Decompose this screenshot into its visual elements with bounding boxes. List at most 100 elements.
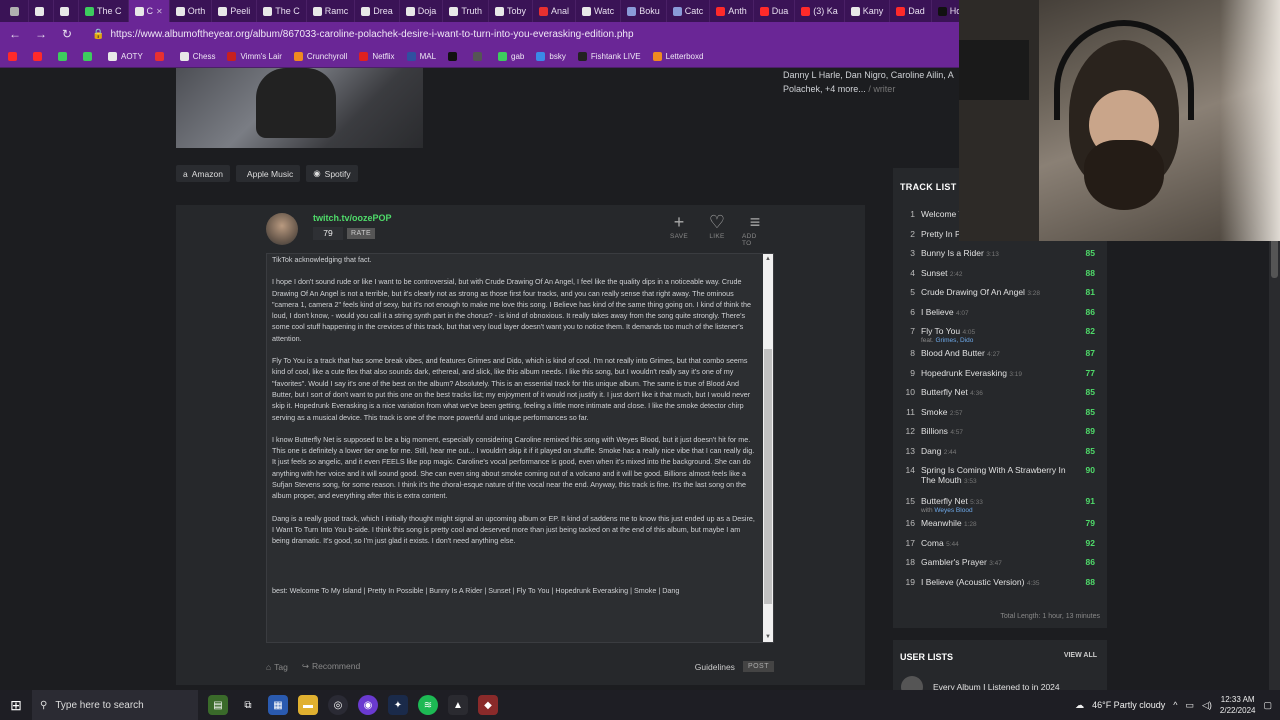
track-row[interactable]: 18 Gambler's Prayer 3:47 86	[893, 557, 1107, 577]
browser-tab[interactable]: Drea	[355, 0, 400, 22]
browser-tab[interactable]: The C	[257, 0, 307, 22]
track-title[interactable]: I Believe (Acoustic Version)	[921, 577, 1024, 587]
track-row[interactable]: 4 Sunset 2:42 88	[893, 268, 1107, 288]
bookmark-item[interactable]: Chess	[179, 52, 215, 61]
track-row[interactable]: 19 I Believe (Acoustic Version) 4:35 88	[893, 577, 1107, 597]
weather-text[interactable]: 46°F Partly cloudy	[1092, 700, 1165, 710]
track-title[interactable]: Butterfly Net	[921, 496, 968, 506]
app-icon[interactable]: ▲	[448, 695, 468, 715]
track-title[interactable]: I Believe	[921, 307, 954, 317]
save-button[interactable]: + SAVE	[666, 211, 692, 247]
track-row[interactable]: 12 Billions 4:57 89	[893, 426, 1107, 446]
browser-tab[interactable]	[29, 0, 54, 22]
bookmark-item[interactable]	[58, 52, 71, 61]
volume-icon[interactable]: ◁)	[1202, 700, 1212, 711]
browser-tab[interactable]: The C	[79, 0, 129, 22]
scroll-down-icon[interactable]: ▼	[763, 632, 773, 642]
reviewer-name[interactable]: twitch.tv/oozePOP	[313, 213, 392, 223]
chrome-icon[interactable]: ◎	[328, 695, 348, 715]
browser-tab[interactable]: C ✕	[128, 0, 170, 22]
spotify-link[interactable]: ◉ Spotify	[306, 165, 358, 182]
browser-tab[interactable]	[54, 0, 79, 22]
browser-tab[interactable]: Boku	[621, 0, 667, 22]
recommend-button[interactable]: ↪ Recommend	[302, 661, 360, 672]
reload-icon[interactable]: ↻	[60, 27, 74, 41]
bookmark-item[interactable]	[83, 52, 96, 61]
track-title[interactable]: Crude Drawing Of An Angel	[921, 287, 1025, 297]
track-row[interactable]: 15 Butterfly Net 5:33 with Weyes Blood 91	[893, 496, 1107, 518]
track-title[interactable]: Spring Is Coming With A Strawberry In Th…	[921, 465, 1066, 485]
track-row[interactable]: 13 Dang 2:44 85	[893, 446, 1107, 466]
textarea-scrollbar[interactable]: ▲ ▼	[763, 254, 773, 642]
app-red-icon[interactable]: ◆	[478, 695, 498, 715]
like-button[interactable]: ♡ LIKE	[704, 211, 730, 247]
browser-tab[interactable]: Doja	[400, 0, 444, 22]
bookmark-item[interactable]: Crunchyroll	[293, 52, 347, 61]
browser-tab[interactable]: Dua	[754, 0, 796, 22]
bookmark-item[interactable]: Letterboxd	[652, 52, 703, 61]
browser-tab[interactable]: (3) Ka	[795, 0, 845, 22]
bookmark-item[interactable]: MAL	[406, 52, 436, 61]
browser-tab[interactable]: Watc	[576, 0, 622, 22]
track-feature-link[interactable]: Weyes Blood	[934, 507, 972, 514]
bookmark-item[interactable]: Netflix	[359, 52, 395, 61]
track-title[interactable]: Fly To You	[921, 326, 960, 336]
bookmark-item[interactable]: Fishtank LIVE	[577, 52, 641, 61]
tag-button[interactable]: ⌂ Tag	[266, 662, 288, 672]
browser-tab[interactable]	[4, 0, 29, 22]
browser-tab[interactable]: Peeli	[212, 0, 258, 22]
track-title[interactable]: Gambler's Prayer	[921, 557, 987, 567]
network-icon[interactable]: ▭	[1185, 700, 1194, 711]
browser-tab[interactable]: Anal	[533, 0, 577, 22]
track-title[interactable]: Smoke	[921, 407, 947, 417]
bookmark-item[interactable]	[33, 52, 46, 61]
add-to-button[interactable]: ≡ ADD TO	[742, 211, 768, 247]
bookmark-item[interactable]: AOTY	[108, 52, 143, 61]
track-title[interactable]: Coma	[921, 538, 944, 548]
folder-icon[interactable]: ▬	[298, 695, 318, 715]
track-row[interactable]: 5 Crude Drawing Of An Angel 3:28 81	[893, 287, 1107, 307]
bookmark-item[interactable]	[473, 52, 486, 61]
taskbar-search[interactable]: ⚲ Type here to search	[32, 690, 198, 720]
back-icon[interactable]: ←	[8, 27, 22, 41]
browser-tab[interactable]: Ramc	[307, 0, 356, 22]
track-row[interactable]: 16 Meanwhile 1:28 79	[893, 518, 1107, 538]
bookmark-item[interactable]	[448, 52, 461, 61]
album-cover-image[interactable]	[176, 68, 423, 148]
browser-tab[interactable]: Anth	[710, 0, 754, 22]
windows-start-icon[interactable]: ⊞	[0, 697, 32, 714]
url-text[interactable]: https://www.albumoftheyear.org/album/867…	[110, 29, 633, 40]
browser-tab[interactable]: Dad	[890, 0, 932, 22]
steam-icon[interactable]: ✦	[388, 695, 408, 715]
bookmark-item[interactable]: Vimm's Lair	[227, 52, 282, 61]
track-title[interactable]: Welcome T	[921, 209, 964, 219]
browser-tab[interactable]: Truth	[443, 0, 489, 22]
bookmark-item[interactable]	[154, 52, 168, 61]
track-row[interactable]: 9 Hopedrunk Everasking 3:19 77	[893, 368, 1107, 388]
avatar[interactable]	[266, 213, 298, 245]
track-row[interactable]: 3 Bunny Is a Rider 3:13 85	[893, 248, 1107, 268]
track-row[interactable]: 14 Spring Is Coming With A Strawberry In …	[893, 465, 1107, 496]
track-row[interactable]: 8 Blood And Butter 4:27 87	[893, 348, 1107, 368]
track-row[interactable]: 10 Butterfly Net 4:36 85	[893, 387, 1107, 407]
track-title[interactable]: Hopedrunk Everasking	[921, 368, 1007, 378]
track-feature-link[interactable]: Grimes, Dido	[935, 337, 973, 344]
track-title[interactable]: Bunny Is a Rider	[921, 248, 984, 258]
store-icon[interactable]: ▦	[268, 695, 288, 715]
scroll-thumb[interactable]	[764, 349, 772, 604]
notification-icon[interactable]: ▢	[1263, 700, 1272, 711]
browser-tab[interactable]: Kany	[845, 0, 891, 22]
bookmark-item[interactable]: bsky	[536, 52, 566, 61]
browser-tab[interactable]: Orth	[170, 0, 213, 22]
track-title[interactable]: Meanwhile	[921, 518, 962, 528]
track-title[interactable]: Butterfly Net	[921, 387, 968, 397]
apple-music-link[interactable]: Apple Music	[235, 165, 301, 182]
chevron-up-icon[interactable]: ^	[1173, 700, 1177, 710]
rate-button[interactable]: RATE	[347, 228, 376, 239]
score-input[interactable]: 79	[313, 227, 343, 240]
credits-line-2[interactable]: Polachek, +4 more...	[783, 84, 866, 94]
review-textarea[interactable]: TikTok acknowledging that fact. I hope I…	[266, 253, 774, 643]
guidelines-link[interactable]: Guidelines	[695, 662, 735, 672]
credits-line-1[interactable]: Danny L Harle, Dan Nigro, Caroline Ailin…	[783, 68, 963, 82]
track-title[interactable]: Sunset	[921, 268, 947, 278]
